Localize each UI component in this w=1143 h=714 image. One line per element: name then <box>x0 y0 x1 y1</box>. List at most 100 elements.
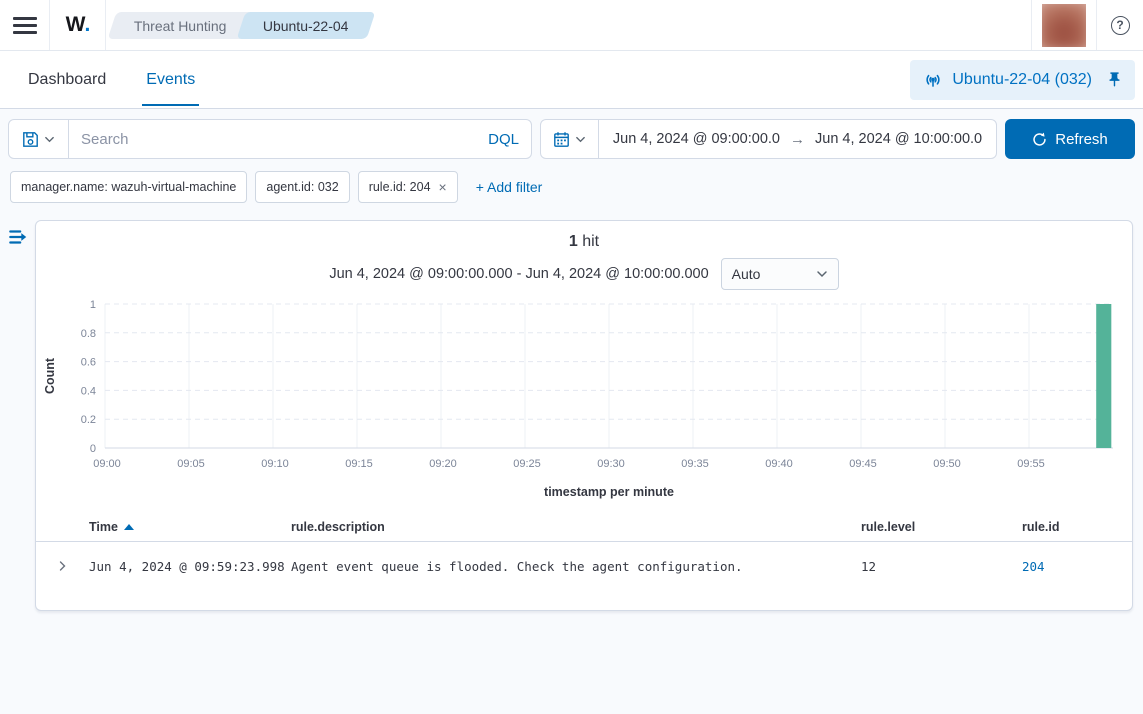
chart-time-range: Jun 4, 2024 @ 09:00:00.000 - Jun 4, 2024… <box>329 266 708 282</box>
query-language-button[interactable]: DQL <box>478 131 519 148</box>
agent-badge-label: Ubuntu-22-04 (032) <box>952 71 1092 89</box>
svg-text:0: 0 <box>90 443 96 455</box>
agent-signal-icon <box>922 69 944 91</box>
svg-text:timestamp per minute: timestamp per minute <box>544 485 674 499</box>
logo-text: W <box>66 13 85 37</box>
chevron-down-icon <box>816 268 828 280</box>
top-navigation-bar: W. Threat Hunting Ubuntu-22-04 ? <box>0 0 1143 51</box>
column-header-rule-description[interactable]: rule.description <box>291 520 861 534</box>
search-field: DQL <box>69 120 531 158</box>
help-icon: ? <box>1111 16 1130 35</box>
range-arrow-icon: → <box>790 131 805 148</box>
add-filter-link[interactable]: + Add filter <box>476 179 543 195</box>
end-date[interactable]: Jun 4, 2024 @ 10:00:00.0 <box>815 131 982 147</box>
interval-selected-value: Auto <box>732 266 761 282</box>
help-button[interactable]: ? <box>1097 0 1143 50</box>
svg-text:09:35: 09:35 <box>681 458 709 470</box>
filter-pill-manager-name[interactable]: manager.name: wazuh-virtual-machine <box>10 171 247 203</box>
refresh-label: Refresh <box>1055 131 1108 148</box>
date-range: Jun 4, 2024 @ 09:00:00.0 → Jun 4, 2024 @… <box>599 120 996 158</box>
cell-rule-id-link[interactable]: 204 <box>1022 559 1132 574</box>
svg-text:09:50: 09:50 <box>933 458 961 470</box>
filter-bar: manager.name: wazuh-virtual-machine agen… <box>10 171 1135 203</box>
column-header-time[interactable]: Time <box>89 520 291 534</box>
breadcrumb-threat-hunting[interactable]: Threat Hunting <box>108 12 253 39</box>
column-header-rule-id[interactable]: rule.id <box>1022 520 1132 534</box>
filter-pill-rule-id[interactable]: rule.id: 204 × <box>358 171 458 203</box>
tab-dashboard[interactable]: Dashboard <box>24 54 110 106</box>
chevron-right-icon <box>57 559 68 573</box>
date-picker-group: Jun 4, 2024 @ 09:00:00.0 → Jun 4, 2024 @… <box>540 119 997 159</box>
hits-count: 1 <box>569 233 578 250</box>
svg-text:09:45: 09:45 <box>849 458 877 470</box>
breadcrumb-label: Threat Hunting <box>134 17 227 33</box>
tab-events[interactable]: Events <box>142 54 199 106</box>
hits-line: 1 hit <box>36 233 1132 253</box>
interval-select[interactable]: Auto <box>721 258 839 290</box>
svg-text:09:25: 09:25 <box>513 458 541 470</box>
start-date[interactable]: Jun 4, 2024 @ 09:00:00.0 <box>613 131 780 147</box>
content-row: 1 hit Jun 4, 2024 @ 09:00:00.000 - Jun 4… <box>0 220 1143 611</box>
filter-pill-agent-id[interactable]: agent.id: 032 <box>255 171 349 203</box>
table-header-row: Time rule.description rule.level rule.id <box>36 512 1132 542</box>
svg-text:0.6: 0.6 <box>81 357 96 369</box>
hamburger-icon <box>13 13 37 38</box>
divider <box>1031 0 1032 50</box>
saved-queries-button[interactable] <box>9 120 69 158</box>
events-table: Time rule.description rule.level rule.id… <box>36 512 1132 590</box>
search-group: DQL <box>8 119 532 159</box>
breadcrumb: Threat Hunting Ubuntu-22-04 <box>120 0 370 50</box>
cell-rule-level: 12 <box>861 559 1022 574</box>
svg-text:09:20: 09:20 <box>429 458 457 470</box>
svg-text:1: 1 <box>90 299 96 311</box>
svg-text:Count: Count <box>43 357 57 394</box>
svg-text:09:05: 09:05 <box>177 458 205 470</box>
refresh-button[interactable]: Refresh <box>1005 119 1135 159</box>
svg-text:09:15: 09:15 <box>345 458 373 470</box>
divider <box>105 0 106 50</box>
svg-text:09:00: 09:00 <box>93 458 121 470</box>
query-bar: DQL Jun 4, 2024 @ 09:00:00.0 → Jun 4, 2 <box>8 119 1135 159</box>
topbar-right: ? <box>1031 0 1143 50</box>
date-quick-select-button[interactable] <box>541 120 599 158</box>
svg-text:0.8: 0.8 <box>81 328 96 340</box>
histogram-svg: 09:00 09:05 09:10 09:15 09:20 09:25 09:30 09:35… <box>36 292 1132 500</box>
svg-text:09:30: 09:30 <box>597 458 625 470</box>
expand-sidebar-icon[interactable] <box>7 226 29 248</box>
range-row: Jun 4, 2024 @ 09:00:00.000 - Jun 4, 2024… <box>36 258 1132 290</box>
hits-label: hit <box>582 233 599 250</box>
filter-pill-label: manager.name: wazuh-virtual-machine <box>21 180 236 194</box>
svg-text:09:10: 09:10 <box>261 458 289 470</box>
breadcrumb-agent[interactable]: Ubuntu-22-04 <box>236 12 374 39</box>
menu-button[interactable] <box>0 0 49 50</box>
svg-text:09:55: 09:55 <box>1017 458 1045 470</box>
filter-pill-label: rule.id: 204 <box>369 180 431 194</box>
logo-dot: . <box>84 13 89 37</box>
calendar-icon <box>553 131 570 148</box>
remove-filter-icon[interactable]: × <box>439 179 447 195</box>
save-icon <box>22 131 39 148</box>
pin-icon[interactable] <box>1106 71 1123 88</box>
avatar[interactable] <box>1042 4 1086 47</box>
agent-badge[interactable]: Ubuntu-22-04 (032) <box>910 60 1135 100</box>
tab-bar: Dashboard Events Ubuntu-22-04 (032) <box>0 51 1143 109</box>
refresh-icon <box>1032 132 1047 147</box>
collapse-column <box>0 220 35 611</box>
svg-text:0.2: 0.2 <box>81 414 96 426</box>
results-panel: 1 hit Jun 4, 2024 @ 09:00:00.000 - Jun 4… <box>35 220 1133 611</box>
expand-row-button[interactable] <box>36 559 89 573</box>
wazuh-logo[interactable]: W. <box>50 0 105 50</box>
filter-pill-label: agent.id: 032 <box>266 180 338 194</box>
breadcrumb-label: Ubuntu-22-04 <box>263 17 349 33</box>
svg-text:0.4: 0.4 <box>81 385 96 397</box>
search-input[interactable] <box>81 131 478 148</box>
column-header-rule-level[interactable]: rule.level <box>861 520 1022 534</box>
sort-ascending-icon <box>124 524 134 530</box>
cell-time: Jun 4, 2024 @ 09:59:23.998 <box>89 559 291 574</box>
chevron-down-icon <box>44 134 55 145</box>
histogram-chart[interactable]: 09:00 09:05 09:10 09:15 09:20 09:25 09:30 09:35… <box>36 292 1132 500</box>
table-row: Jun 4, 2024 @ 09:59:23.998 Agent event q… <box>36 542 1132 590</box>
chevron-down-icon <box>575 134 586 145</box>
svg-text:09:40: 09:40 <box>765 458 793 470</box>
cell-rule-description: Agent event queue is flooded. Check the … <box>291 559 861 574</box>
